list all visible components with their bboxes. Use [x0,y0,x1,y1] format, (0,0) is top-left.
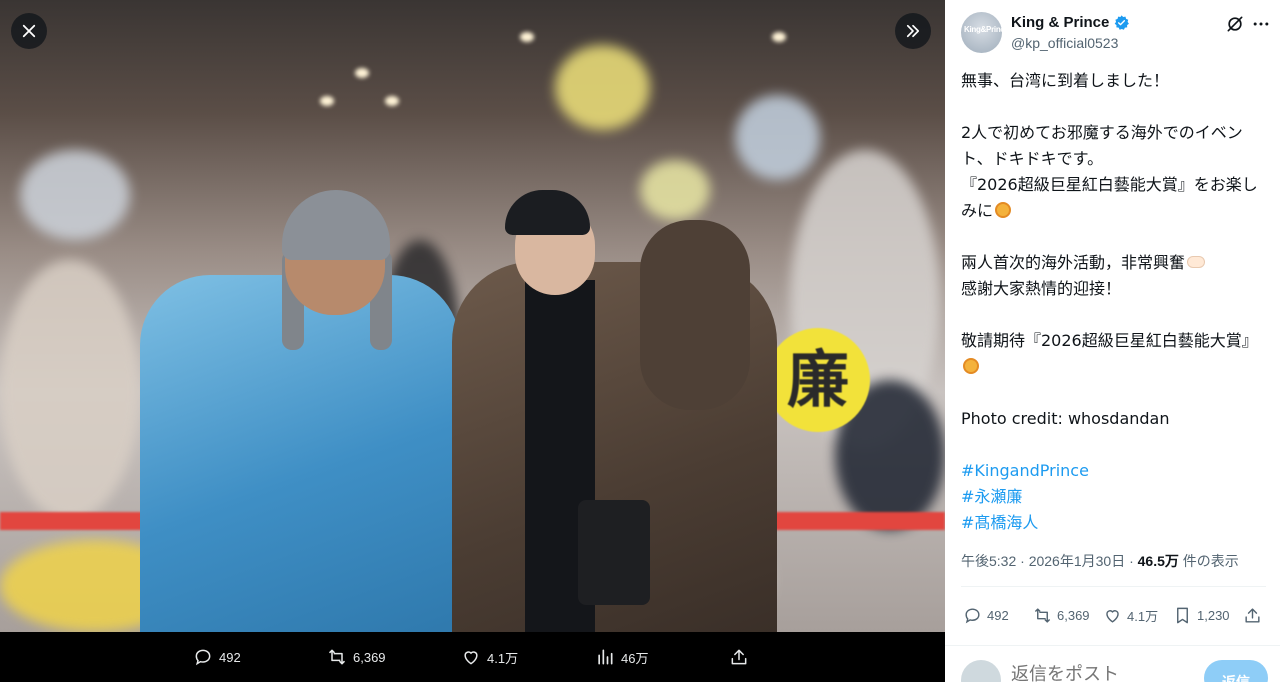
name-row: King & Prince [1011,14,1130,31]
reply-count: 492 [219,649,241,665]
double-chevron-right-icon [906,24,920,38]
tweet-paragraph: 兩人首次的海外活動，非常興奮 [961,250,1266,276]
grok-icon [1227,16,1243,32]
media-viewer: 廉 492 6,369 4.1万 46万 [0,0,945,682]
more-options-button[interactable] [1251,14,1271,34]
share-icon [1245,607,1260,623]
tweet-meta: 午後5:32 · 2026年1月30日 · 46.5万 件の表示 [961,551,1239,571]
display-name[interactable]: King & Prince [1011,14,1109,31]
repost-button[interactable]: 6,369 [1033,600,1090,630]
views-label: 件の表示 [1178,553,1239,569]
tweet-actions: 492 6,369 4.1万 1,230 [961,600,1266,630]
crossbody-bag [578,500,650,605]
bookmark-icon [1177,607,1188,623]
like-button[interactable]: 4.1万 [1103,600,1158,630]
share-icon [731,649,747,665]
viewer-reply-button[interactable]: 492 [193,632,241,682]
more-horizontal-icon [1253,22,1269,26]
hashtag-link[interactable]: #髙橋海人 [961,510,1266,536]
user-avatar [961,660,1001,682]
tweet-paragraph: 無事、台湾に到着しました！ [961,71,1170,90]
like-count: 4.1万 [1127,608,1159,624]
tweet-header: King&Prince King & Prince @kp_official05… [961,12,1269,56]
close-button[interactable] [11,13,47,49]
heart-icon [1106,609,1119,623]
raised-arm [640,220,750,410]
avatar[interactable]: King&Prince [961,12,1002,53]
like-count: 4.1万 [487,650,519,666]
tweet-paragraph: 2人で初めてお邪魔する海外でのイベント、ドキドキです。 [961,123,1243,168]
viewer-like-button[interactable]: 4.1万 [461,632,518,682]
repost-count: 6,369 [1057,607,1090,623]
repost-icon [1034,607,1051,623]
fan-sign: 廉 [766,328,870,432]
knit-hat [282,190,390,260]
hashtag-link[interactable]: #KingandPrince [961,458,1266,484]
reply-count: 492 [987,607,1009,623]
viewer-share-button[interactable] [729,632,749,682]
bookmark-button[interactable]: 1,230 [1173,600,1230,630]
tweet-line: 敬請期待『2026超級巨星紅白藝能大賞』 [961,331,1258,350]
heart-hands-emoji-icon [1187,256,1206,268]
hashtag-list: #KingandPrince #永瀬廉 #髙橋海人 [961,458,1266,536]
media-action-bar: 492 6,369 4.1万 46万 [0,632,945,682]
hashtag-link[interactable]: #永瀬廉 [961,484,1266,510]
tweet-panel: King&Prince King & Prince @kp_official05… [945,0,1280,682]
reply-input[interactable] [1011,664,1191,682]
share-button[interactable] [1243,600,1262,630]
tweet-paragraph: 『2026超級巨星紅白藝能大賞』をお楽しみに [961,172,1266,224]
views-icon [598,649,613,665]
viewer-repost-button[interactable]: 6,369 [327,632,386,682]
reply-button[interactable]: 492 [963,600,1009,630]
viewer-views-button[interactable]: 46万 [595,632,648,682]
reply-composer: 返信 [945,645,1280,682]
tweet-paragraph: 感謝大家熱情的迎接！ [961,279,1122,298]
lion-emoji-icon [995,202,1012,218]
bookmark-count: 1,230 [1197,607,1230,623]
grok-button[interactable] [1225,14,1245,34]
tweet-text: 無事、台湾に到着しました！ 2人で初めてお邪魔する海外でのイベント、ドキドキです… [961,68,1266,536]
tweet-paragraph: Photo credit: whosdandan [961,409,1170,428]
photo: 廉 [0,0,945,632]
handle[interactable]: @kp_official0523 [1011,35,1118,51]
expand-panel-button[interactable] [895,13,931,49]
tweet-line: 兩人首次的海外活動，非常興奮 [961,253,1186,272]
close-icon [22,24,36,38]
repost-icon [328,649,346,665]
divider [961,586,1266,587]
reply-icon [195,649,211,666]
avatar-logo: King&Prince [964,25,1002,34]
verified-badge-icon [1115,15,1130,30]
tweet-paragraph: 敬請期待『2026超級巨星紅白藝能大賞』 [961,328,1266,380]
cap [505,190,590,235]
timestamp[interactable]: 午後5:32 · 2026年1月30日 · [961,553,1138,569]
repost-count: 6,369 [353,649,386,665]
lion-emoji-icon [963,358,979,374]
heart-icon [464,651,478,665]
reply-icon [965,607,980,623]
reply-submit-button[interactable]: 返信 [1204,660,1268,682]
views-count: 46.5万 [1137,553,1179,569]
view-count: 46万 [621,650,649,666]
